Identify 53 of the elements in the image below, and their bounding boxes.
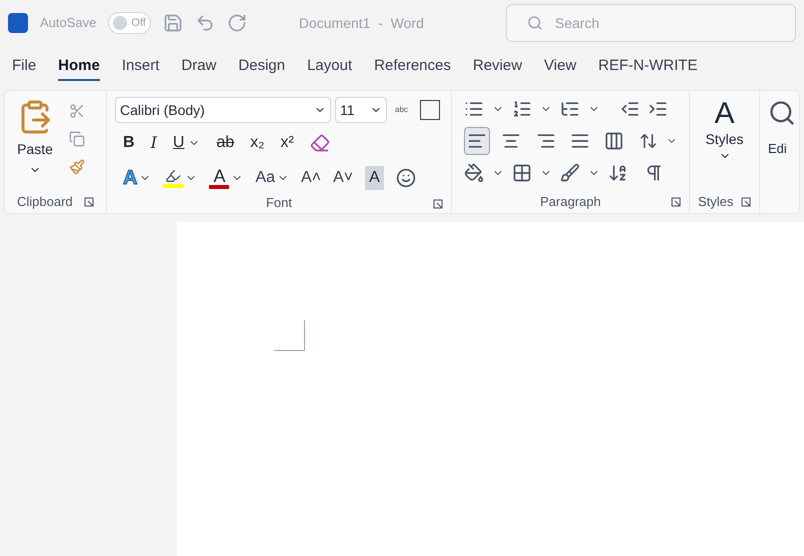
borders-icon[interactable] <box>512 163 532 183</box>
format-painter-icon[interactable] <box>69 159 85 175</box>
ribbon-tab[interactable]: Design <box>238 54 286 82</box>
format-button[interactable]: x₂ <box>250 131 264 155</box>
search-icon[interactable] <box>768 99 796 127</box>
group-label: Font <box>266 194 292 212</box>
editing-button[interactable]: Edi <box>768 139 787 158</box>
search-icon <box>527 15 543 31</box>
font-size-dropdown[interactable]: 11 <box>335 97 387 123</box>
ribbon-tab[interactable]: Home <box>58 54 100 82</box>
group-label: Styles <box>698 193 734 212</box>
eraser-icon[interactable] <box>310 133 330 153</box>
clear-all-formatting-button[interactable]: abc <box>395 106 408 114</box>
styles-button[interactable]: A Styles <box>690 91 759 191</box>
search-field[interactable]: Search <box>506 4 796 42</box>
font-color-button[interactable]: A <box>209 167 230 189</box>
dialog-launcher-icon[interactable] <box>671 197 681 207</box>
autosave-label: AutoSave <box>40 14 96 32</box>
align-button[interactable] <box>464 127 490 155</box>
margin-corner-mark <box>274 320 305 351</box>
font-size-button[interactable]: A˄ <box>301 166 322 190</box>
ribbon-tab[interactable]: Insert <box>122 54 160 82</box>
document-title: Document1 - Word <box>298 14 424 32</box>
paste-button[interactable]: Paste <box>17 99 53 176</box>
text-box-icon[interactable] <box>420 100 440 120</box>
ribbon-tab[interactable]: File <box>12 54 36 82</box>
ribbon-tab[interactable]: References <box>374 54 451 82</box>
character-shading-button[interactable]: A <box>365 166 384 190</box>
align-lines-icon <box>604 131 624 151</box>
format-button[interactable]: B <box>123 131 135 155</box>
shading-icon[interactable] <box>464 163 484 183</box>
font-size-button[interactable]: A˅ <box>333 166 354 190</box>
ribbon-tab[interactable]: Draw <box>181 54 216 82</box>
ribbon-tab[interactable]: Review <box>472 54 522 82</box>
group-label: Clipboard <box>17 193 73 212</box>
ribbon-tab[interactable]: Layout <box>307 54 352 82</box>
highlighter-icon[interactable] <box>163 168 184 188</box>
format-button[interactable]: I <box>150 131 157 155</box>
ribbon-tab[interactable]: REF-N-WRITE <box>598 54 698 82</box>
font-size-button[interactable]: Aa <box>255 166 276 190</box>
format-button[interactable]: U <box>172 131 184 155</box>
dialog-launcher-icon[interactable] <box>433 199 443 209</box>
line-spacing-icon[interactable] <box>639 131 658 151</box>
font-name-dropdown[interactable]: Calibri (Body) <box>115 97 331 123</box>
format-button[interactable]: ab <box>216 131 234 155</box>
dialog-launcher-icon[interactable] <box>84 197 94 207</box>
numbering-icon[interactable] <box>512 99 532 119</box>
dialog-launcher-icon[interactable] <box>741 197 751 207</box>
search-input[interactable]: Search <box>555 12 735 34</box>
group-label: Paragraph <box>540 193 601 212</box>
ribbon-tab[interactable]: View <box>544 54 576 82</box>
format-button[interactable]: x² <box>280 131 294 155</box>
sort-icon[interactable] <box>608 163 628 183</box>
